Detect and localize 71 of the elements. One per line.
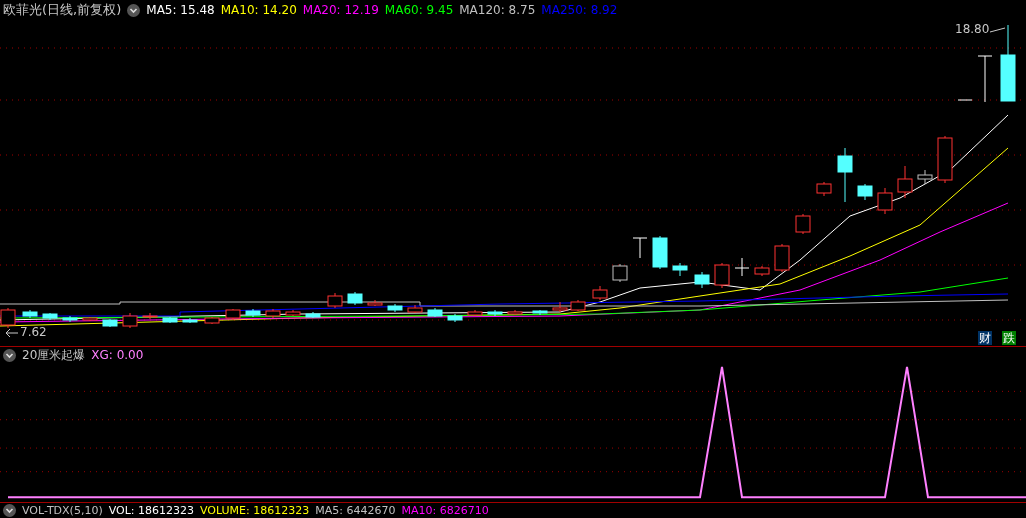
candlestick — [265, 308, 281, 319]
candlestick — [774, 243, 790, 273]
candlestick — [305, 311, 321, 319]
candlestick — [42, 312, 58, 321]
candlestick — [917, 169, 933, 185]
candlestick — [82, 316, 98, 322]
low-price-label: 7.62 — [20, 325, 47, 339]
stock-title: 欧菲光(日线,前复权) — [3, 1, 122, 19]
volume-reading: MA5: 6442670 — [315, 504, 396, 517]
candlestick — [734, 257, 750, 277]
candlestick — [387, 303, 403, 313]
volume-reading: VOL-TDX(5,10) — [22, 504, 103, 517]
candlestick — [957, 99, 973, 101]
moving-average-reading: MA20: 12.19 — [302, 3, 379, 17]
collapse-icon[interactable] — [3, 348, 16, 362]
candlestick — [367, 299, 383, 307]
candlestick — [857, 183, 873, 201]
leader-line — [989, 27, 1006, 33]
candlestick — [62, 315, 78, 323]
candlestick — [532, 309, 548, 316]
volume-reading: VOL: 18612323 — [108, 504, 194, 517]
candlestick — [937, 135, 953, 184]
candlestick — [754, 265, 770, 277]
candlestick — [877, 187, 893, 215]
candlestick — [142, 312, 158, 320]
arrow-icon — [5, 328, 19, 338]
candlestick — [552, 301, 568, 313]
candlestick — [612, 263, 628, 283]
candlestick — [672, 262, 688, 277]
candlestick — [816, 181, 832, 197]
candlestick — [102, 318, 118, 328]
candlestick — [652, 235, 668, 270]
candlestick — [487, 309, 503, 317]
candlestick — [347, 291, 363, 306]
indicator-reading: XG: 0.00 — [91, 348, 144, 362]
high-price-label: 18.80 — [955, 22, 990, 36]
candlestick — [182, 317, 198, 324]
indicator-name: 20厘米起爆 — [22, 346, 86, 364]
candlestick — [162, 316, 178, 324]
candlestick — [245, 308, 261, 318]
collapse-icon[interactable] — [127, 3, 141, 17]
moving-average-reading: MA5: 15.48 — [146, 3, 215, 17]
candlestick — [407, 304, 423, 314]
candlestick — [897, 165, 913, 199]
moving-average-reading: MA60: 9.45 — [384, 3, 454, 17]
candlestick — [714, 262, 730, 289]
candlestick — [327, 292, 343, 309]
candlestick — [570, 299, 586, 312]
candlestick — [837, 147, 853, 203]
volume-reading: MA10: 6826710 — [401, 504, 489, 517]
volume-reading: VOLUME: 18612323 — [200, 504, 310, 517]
candlestick — [977, 55, 993, 103]
candlestick — [225, 308, 241, 321]
moving-average-reading: MA120: 8.75 — [459, 3, 536, 17]
candlestick — [507, 309, 523, 316]
candlestick — [467, 309, 483, 317]
candlestick — [204, 316, 220, 325]
candlestick — [632, 237, 648, 259]
candlestick — [447, 313, 463, 323]
candlestick — [22, 309, 38, 319]
candlestick — [795, 213, 811, 235]
candlestick — [285, 309, 301, 317]
moving-average-reading: MA250: 8.92 — [541, 3, 618, 17]
info-badge[interactable]: 财 — [978, 331, 992, 345]
collapse-icon[interactable] — [3, 504, 16, 517]
info-badge[interactable]: 跌 — [1002, 331, 1016, 345]
candlestick — [694, 271, 710, 289]
candlestick — [592, 285, 608, 301]
moving-average-reading: MA10: 14.20 — [220, 3, 297, 17]
candlestick — [427, 307, 443, 318]
candlestick — [122, 312, 138, 329]
